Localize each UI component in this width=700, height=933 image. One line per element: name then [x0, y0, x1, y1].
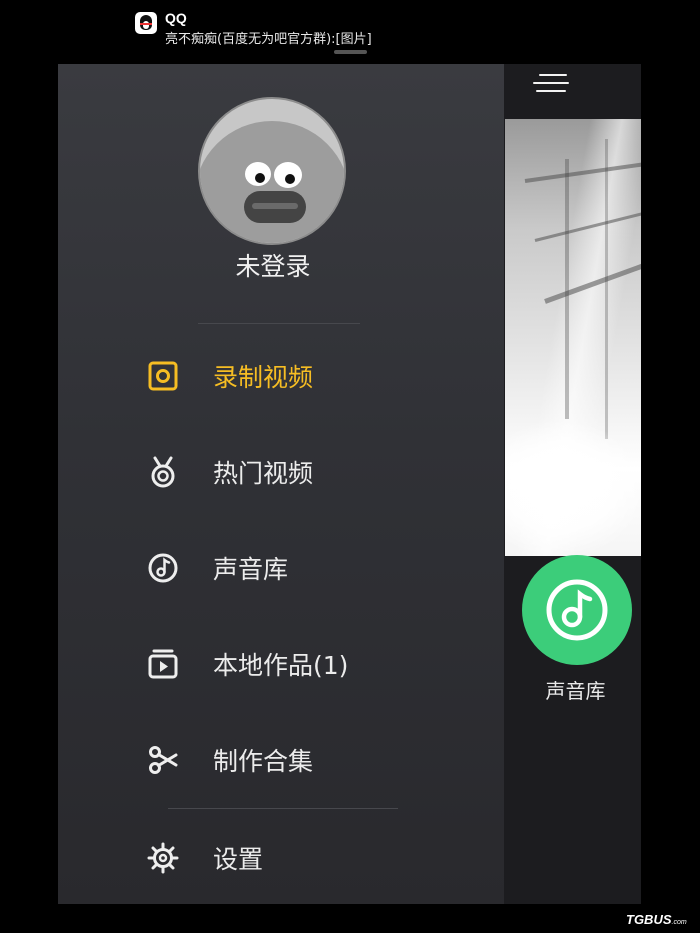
app-screen: 声音库 未登录 录制视频 热门视频 声音库 本地作品(1) 制作合集 设置 — [58, 64, 641, 904]
music-note-icon — [546, 579, 608, 641]
notification-app-name: QQ — [165, 10, 187, 26]
qq-penguin-icon — [135, 12, 157, 34]
nav-label-sound-library: 声音库 — [213, 555, 289, 584]
nav-label-record-video: 录制视频 — [213, 363, 314, 392]
notification-bar[interactable]: QQ 亮不痴痴(百度无为吧官方群):[图片] — [0, 0, 700, 64]
nav-label-hot-videos: 热门视频 — [213, 459, 314, 488]
nav-record-video[interactable]: 录制视频 — [58, 334, 504, 414]
notification-drag-handle[interactable] — [334, 50, 367, 54]
nav-label-settings: 设置 — [213, 845, 264, 874]
video-preview[interactable] — [505, 119, 641, 556]
scissors-icon — [149, 746, 178, 774]
hamburger-menu-icon[interactable] — [533, 72, 569, 94]
music-library-label: 声音库 — [545, 679, 606, 703]
gear-icon — [147, 842, 179, 874]
login-status[interactable]: 未登录 — [158, 247, 388, 283]
main-content: 声音库 — [503, 64, 641, 904]
drawer-divider-bottom — [168, 808, 398, 809]
tgbus-watermark: TGBUS.com — [626, 912, 687, 927]
nav-hot-videos[interactable]: 热门视频 — [58, 430, 504, 510]
record-video-icon — [148, 361, 178, 391]
side-drawer: 未登录 录制视频 热门视频 声音库 本地作品(1) 制作合集 设置 — [58, 64, 504, 904]
nav-label-make-collection: 制作合集 — [213, 747, 314, 776]
nav-local-works[interactable]: 本地作品(1) — [58, 622, 504, 702]
light-flare — [505, 419, 641, 556]
music-library-button[interactable] — [522, 555, 632, 665]
medal-icon — [151, 456, 175, 488]
nav-settings[interactable]: 设置 — [58, 816, 504, 896]
local-works-icon — [148, 649, 178, 679]
music-note-icon — [148, 553, 178, 583]
nav-label-local-works: 本地作品(1) — [213, 651, 349, 680]
drawer-divider-top — [198, 323, 360, 324]
nav-make-collection[interactable]: 制作合集 — [58, 718, 504, 798]
default-avatar-icon[interactable] — [198, 97, 346, 245]
notification-message: 亮不痴痴(百度无为吧官方群):[图片] — [165, 32, 372, 47]
nav-sound-library[interactable]: 声音库 — [58, 526, 504, 606]
